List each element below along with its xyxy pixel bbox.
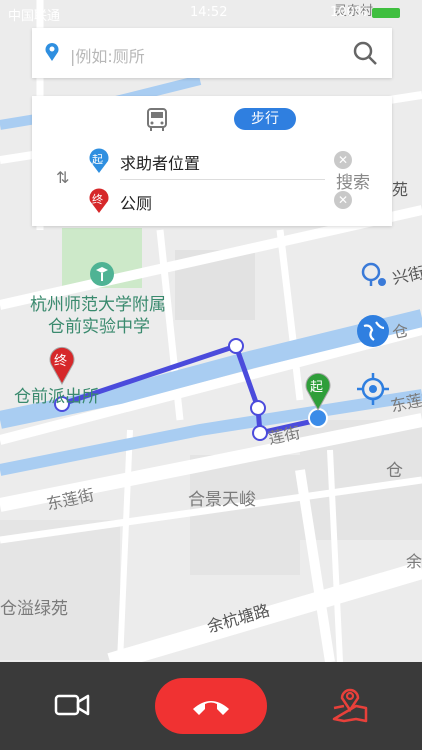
battery-icon <box>372 8 400 18</box>
start-marker[interactable]: 起 <box>304 372 332 416</box>
clear-end-button[interactable]: ✕ <box>334 191 352 209</box>
location-pin-icon <box>45 43 59 61</box>
globe-button[interactable] <box>356 314 390 352</box>
clear-start-button[interactable]: ✕ <box>334 151 352 169</box>
search-placeholder[interactable]: |例如:厕所 <box>70 43 145 67</box>
start-badge-label: 起 <box>92 153 103 166</box>
community-label: 合景天峻 <box>188 490 256 510</box>
phone-hangup-icon <box>193 701 229 715</box>
locate-button[interactable] <box>356 372 390 410</box>
swap-icon[interactable]: ⇅ <box>56 168 69 187</box>
school-poi-icon[interactable] <box>90 262 114 286</box>
search-icon[interactable] <box>352 40 378 66</box>
time-label: 14:52 <box>190 5 228 20</box>
route-search-button[interactable]: 搜索 <box>336 168 370 193</box>
battery-label: 100% <box>330 5 368 20</box>
start-location-text: 求助者位置 <box>120 154 201 173</box>
bus-icon[interactable] <box>146 108 168 132</box>
tab-walk[interactable]: 步行 <box>234 108 296 130</box>
map-location-icon[interactable] <box>330 686 370 724</box>
carrier-label: 中国联通 <box>8 9 61 24</box>
area-label-cang: 仓 <box>386 461 403 481</box>
end-location-text: 公厕 <box>120 194 153 213</box>
search-bar[interactable]: |例如:厕所 <box>32 28 392 78</box>
call-control-bar <box>0 662 422 750</box>
road-label-yu: 余 <box>406 552 422 571</box>
pet-poi-icon[interactable] <box>360 262 388 292</box>
hangup-button[interactable] <box>155 678 267 734</box>
school-label-line2: 仓前实验中学 <box>48 317 150 337</box>
map-label-yuan: 苑 <box>392 180 409 199</box>
end-marker-label: 终 <box>54 354 68 369</box>
end-badge-label: 终 <box>92 193 103 206</box>
start-marker-label: 起 <box>310 380 324 395</box>
start-location-row[interactable]: 起 求助者位置 ✕ <box>88 140 352 180</box>
end-location-row[interactable]: 终 公厕 ✕ <box>88 180 352 220</box>
crosshair-icon <box>357 373 389 405</box>
community-label-cangyi: 仓溢绿苑 <box>0 599 68 619</box>
status-bar: 中国联通 14:52 100% <box>0 0 422 26</box>
video-icon[interactable] <box>54 692 90 718</box>
route-panel: 步行 ⇅ 起 求助者位置 ✕ 终 公厕 ✕ 搜索 <box>32 96 392 226</box>
end-marker[interactable]: 终 <box>48 346 76 390</box>
